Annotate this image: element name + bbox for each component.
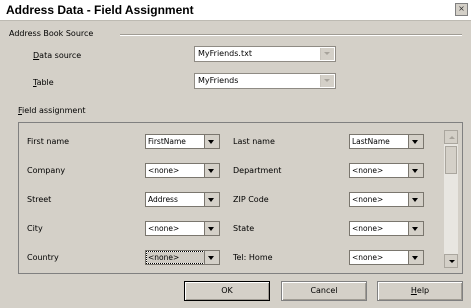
field-label-street: Street: [27, 195, 52, 204]
data-source-dropdown-button[interactable]: [320, 48, 334, 60]
field-assignment-heading: Field assignment: [18, 106, 86, 115]
chevron-down-icon: [412, 256, 418, 260]
street-dropdown-button[interactable]: [204, 193, 219, 206]
table-select[interactable]: MyFriends: [194, 73, 336, 89]
scroll-up-button[interactable]: [444, 130, 458, 144]
field-label-country: Country: [27, 253, 59, 262]
company-combo[interactable]: <none>: [145, 163, 220, 178]
company-dropdown-button[interactable]: [204, 164, 219, 177]
country-combo-value: <none>: [146, 251, 205, 264]
chevron-down-icon: [208, 256, 214, 260]
country-dropdown-button[interactable]: [204, 251, 219, 264]
table-dropdown-button[interactable]: [320, 75, 334, 87]
chevron-down-icon: [208, 227, 214, 231]
state-combo[interactable]: <none>: [349, 221, 424, 236]
zip-code-combo[interactable]: <none>: [349, 192, 424, 207]
window-title: Address Data - Field Assignment: [6, 3, 194, 17]
address-book-source-heading: Address Book Source: [9, 29, 94, 38]
state-dropdown-button[interactable]: [408, 222, 423, 235]
zip-code-dropdown-button[interactable]: [408, 193, 423, 206]
field-label-company: Company: [27, 166, 66, 175]
last-name-combo[interactable]: LastName: [349, 134, 424, 149]
department-combo[interactable]: <none>: [349, 163, 424, 178]
ok-button[interactable]: OK: [184, 281, 270, 301]
table-label: Table: [33, 78, 54, 87]
tel-home-dropdown-button[interactable]: [408, 251, 423, 264]
last-name-combo-value: LastName: [352, 137, 390, 146]
department-dropdown-button[interactable]: [408, 164, 423, 177]
scroll-down-button[interactable]: [444, 254, 458, 268]
field-label-last-name: Last name: [233, 137, 275, 146]
chevron-down-icon: [208, 140, 214, 144]
chevron-down-icon: [412, 169, 418, 173]
department-combo-value: <none>: [352, 166, 384, 175]
chevron-down-icon: [412, 140, 418, 144]
chevron-down-icon: [324, 79, 330, 82]
country-combo[interactable]: <none>: [145, 250, 220, 265]
scrollbar-thumb[interactable]: [445, 146, 457, 174]
field-label-state: State: [233, 224, 255, 233]
data-source-value: MyFriends.txt: [198, 49, 252, 58]
help-button[interactable]: Help: [377, 281, 463, 301]
company-combo-value: <none>: [148, 166, 180, 175]
street-combo[interactable]: Address: [145, 192, 220, 207]
field-label-first-name: First name: [27, 137, 70, 146]
chevron-down-icon: [208, 198, 214, 202]
field-label-city: City: [27, 224, 43, 233]
cancel-button[interactable]: Cancel: [281, 281, 367, 301]
state-combo-value: <none>: [352, 224, 384, 233]
section-divider: [120, 34, 462, 36]
first-name-combo-value: FirstName: [148, 137, 186, 146]
chevron-down-icon: [449, 260, 455, 263]
close-icon[interactable]: ×: [455, 3, 468, 16]
field-label-tel-home: Tel: Home: [233, 253, 273, 262]
field-assignment-scrollbar[interactable]: [444, 130, 458, 268]
city-combo-value: <none>: [148, 224, 180, 233]
first-name-dropdown-button[interactable]: [204, 135, 219, 148]
street-combo-value: Address: [148, 195, 178, 204]
zip-code-combo-value: <none>: [352, 195, 384, 204]
chevron-down-icon: [208, 169, 214, 173]
last-name-dropdown-button[interactable]: [408, 135, 423, 148]
tel-home-combo-value: <none>: [352, 253, 384, 262]
tel-home-combo[interactable]: <none>: [349, 250, 424, 265]
table-value: MyFriends: [198, 76, 239, 85]
city-dropdown-button[interactable]: [204, 222, 219, 235]
field-label-zip-code: ZIP Code: [233, 195, 269, 204]
data-source-label: Data source: [33, 51, 82, 60]
title-bar: Address Data - Field Assignment ×: [0, 0, 471, 21]
chevron-down-icon: [412, 227, 418, 231]
chevron-down-icon: [324, 52, 330, 55]
city-combo[interactable]: <none>: [145, 221, 220, 236]
data-source-select[interactable]: MyFriends.txt: [194, 46, 336, 62]
first-name-combo[interactable]: FirstName: [145, 134, 220, 149]
chevron-up-icon: [449, 136, 455, 139]
chevron-down-icon: [412, 198, 418, 202]
field-label-department: Department: [233, 166, 282, 175]
